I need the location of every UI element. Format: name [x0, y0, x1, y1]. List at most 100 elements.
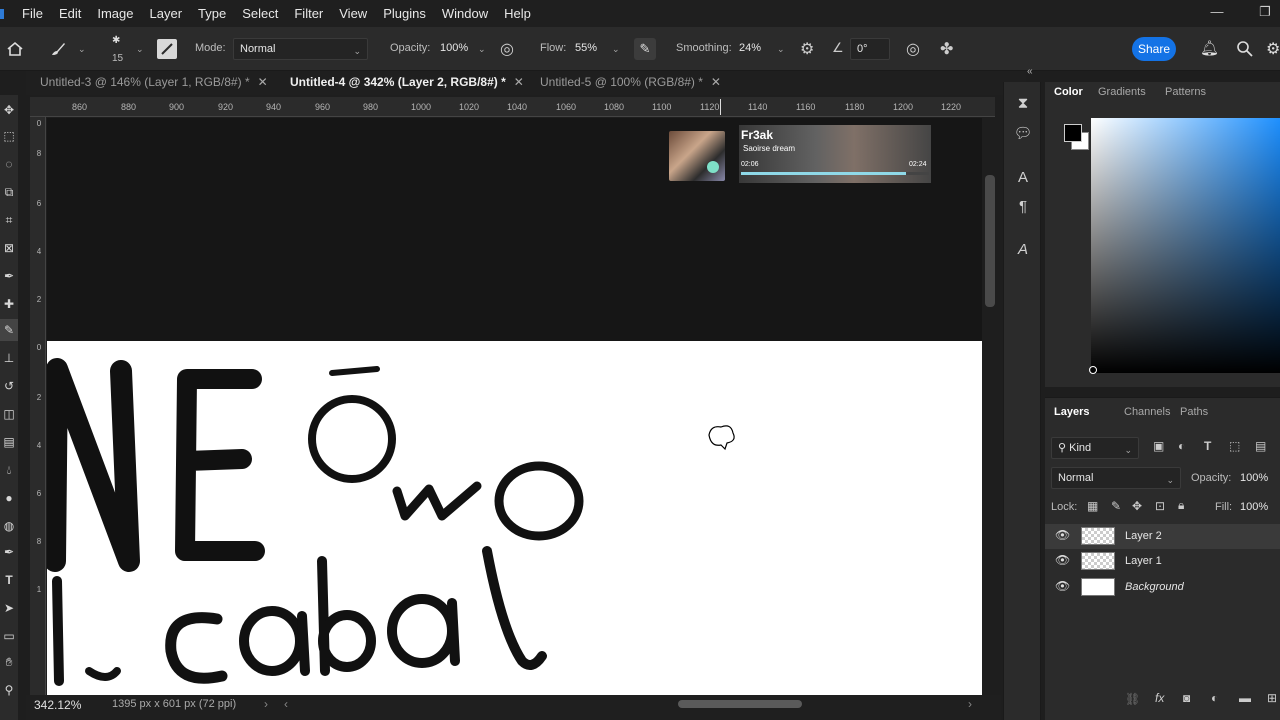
brush-settings-icon[interactable]	[157, 39, 177, 59]
link-layers-icon[interactable]: ⛓︎	[1125, 692, 1140, 706]
move-tool-icon[interactable]: ✥	[0, 99, 18, 121]
menu-edit[interactable]: Edit	[51, 0, 89, 27]
symmetry-icon[interactable]: ✤	[940, 39, 953, 59]
new-group-icon[interactable]: ▬	[1239, 691, 1251, 705]
brush-preset-icon[interactable]: ✱	[112, 35, 120, 46]
fill-value[interactable]: 100%	[1240, 501, 1268, 513]
menu-plugins[interactable]: Plugins	[375, 0, 434, 27]
lock-transparency-icon[interactable]: ▦	[1087, 499, 1098, 513]
eye-icon[interactable]: 👁︎	[1055, 579, 1070, 593]
eye-icon[interactable]: 👁︎	[1055, 553, 1070, 567]
new-layer-icon[interactable]: ⊞	[1267, 691, 1277, 705]
comments-panel-icon[interactable]: 💬︎	[1013, 124, 1033, 144]
brush-tool-icon[interactable]: ✎	[0, 319, 18, 341]
color-picker-field[interactable]	[1091, 118, 1280, 373]
shape-tool-icon[interactable]: ▭	[0, 625, 18, 647]
progress-track[interactable]	[741, 172, 929, 175]
menu-file[interactable]: File	[14, 0, 51, 27]
gradient-tool-icon[interactable]: ▤	[0, 431, 18, 453]
add-mask-icon[interactable]: ◙	[1183, 691, 1190, 705]
workspace-gear-icon[interactable]: ⚙	[1266, 39, 1280, 59]
zoom-tool-icon[interactable]: ⚲	[0, 679, 18, 701]
tab-patterns[interactable]: Patterns	[1165, 86, 1206, 98]
vertical-scrollbar[interactable]	[985, 175, 995, 307]
minimize-icon[interactable]: —	[1194, 0, 1240, 27]
tab-color[interactable]: Color	[1054, 86, 1083, 98]
menu-layer[interactable]: Layer	[142, 0, 191, 27]
share-button[interactable]: Share	[1132, 37, 1176, 61]
chevron-right-icon[interactable]: ›	[264, 697, 268, 711]
eyedropper-tool-icon[interactable]: ✒	[0, 265, 18, 287]
menu-image[interactable]: Image	[89, 0, 141, 27]
foreground-color-swatch[interactable]	[1064, 124, 1082, 142]
close-icon[interactable]: ✕	[258, 75, 268, 89]
type-tool-icon[interactable]: T	[0, 569, 18, 591]
pen-tool-icon[interactable]: ✒	[0, 541, 18, 563]
layer-filter-kind[interactable]: ⚲ Kind ⌄	[1051, 437, 1139, 459]
paragraph-panel-icon[interactable]: ¶	[1013, 197, 1033, 217]
character-panel-icon[interactable]: A	[1013, 168, 1033, 188]
history-panel-icon[interactable]: ⧗	[1013, 94, 1033, 114]
mode-dropdown[interactable]: Normal ⌄	[233, 38, 368, 60]
lock-all-icon[interactable]: 🔒︎	[1178, 498, 1184, 513]
crop-tool-icon[interactable]: ⌗	[0, 209, 18, 231]
airbrush-icon[interactable]: ✎	[634, 38, 656, 60]
history-brush-tool-icon[interactable]: ↺	[0, 375, 18, 397]
collapse-panels-icon[interactable]: «	[1027, 66, 1033, 77]
filter-shape-icon[interactable]: ⬚	[1229, 439, 1240, 453]
smoothing-value[interactable]: 24%	[739, 42, 761, 54]
eye-icon[interactable]: 👁︎	[1055, 528, 1070, 542]
marquee-tool-icon[interactable]: ⬚	[0, 125, 18, 147]
document-info[interactable]: 1395 px x 601 px (72 ppi)	[112, 698, 236, 710]
stamp-tool-icon[interactable]: ⊥	[0, 347, 18, 369]
pressure-size-icon[interactable]: ◎	[906, 39, 920, 59]
filter-smart-object-icon[interactable]: ▤	[1255, 439, 1266, 453]
search-icon[interactable]	[1236, 40, 1254, 58]
close-icon[interactable]: ✕	[711, 75, 721, 89]
scroll-right-icon[interactable]: ›	[968, 697, 972, 711]
flow-value[interactable]: 55%	[575, 42, 597, 54]
healing-tool-icon[interactable]: ✚	[0, 293, 18, 315]
path-select-tool-icon[interactable]: ➤	[0, 597, 18, 619]
lock-artboard-icon[interactable]: ⊡	[1155, 499, 1165, 513]
lock-position-icon[interactable]: ✥	[1132, 499, 1142, 513]
zoom-level[interactable]: 342.12%	[34, 698, 81, 712]
horizontal-scrollbar[interactable]	[678, 700, 802, 708]
lasso-tool-icon[interactable]: ◌	[0, 153, 18, 175]
scroll-left-icon[interactable]: ‹	[284, 697, 288, 711]
eraser-tool-icon[interactable]: ◫	[0, 403, 18, 425]
menu-select[interactable]: Select	[234, 0, 286, 27]
tab-channels[interactable]: Channels	[1124, 406, 1170, 418]
menu-window[interactable]: Window	[434, 0, 496, 27]
lock-pixels-icon[interactable]: ✎	[1111, 499, 1121, 513]
menu-type[interactable]: Type	[190, 0, 234, 27]
adjustment-layer-icon[interactable]: ◐	[1211, 691, 1218, 705]
tab-untitled-5[interactable]: Untitled-5 @ 100% (RGB/8#) * ✕	[540, 71, 721, 95]
angle-input[interactable]: 0°	[850, 38, 890, 60]
chevron-down-icon[interactable]: ⌄	[777, 44, 785, 55]
filter-pixel-icon[interactable]: ▣	[1153, 439, 1164, 453]
menu-filter[interactable]: Filter	[286, 0, 331, 27]
gear-icon[interactable]: ⚙	[800, 39, 814, 59]
pressure-opacity-icon[interactable]: ◎	[500, 39, 514, 59]
filter-type-icon[interactable]: T	[1204, 439, 1211, 453]
picker-handle[interactable]	[1089, 366, 1097, 374]
close-icon[interactable]: ✕	[514, 75, 524, 89]
home-icon[interactable]	[6, 40, 24, 58]
frame-tool-icon[interactable]: ⊠	[0, 237, 18, 259]
filter-adjustment-icon[interactable]: ◐	[1178, 439, 1185, 453]
tab-untitled-4[interactable]: Untitled-4 @ 342% (Layer 2, RGB/8#) * ✕	[290, 71, 524, 95]
object-select-tool-icon[interactable]: ⧉	[0, 181, 18, 203]
chevron-down-icon[interactable]: ⌄	[478, 44, 486, 55]
layer-opacity-value[interactable]: 100%	[1240, 472, 1268, 484]
dodge-tool-icon-2[interactable]: ◍	[0, 515, 18, 537]
layer-row-background[interactable]: 👁︎ Background	[1045, 575, 1280, 600]
brush-tool-icon[interactable]	[48, 39, 68, 59]
layer-row-layer-2[interactable]: 👁︎ Layer 2	[1045, 524, 1280, 549]
opacity-value[interactable]: 100%	[440, 42, 468, 54]
restore-icon[interactable]: ❐	[1242, 0, 1280, 27]
dodge-tool-icon[interactable]: ●	[0, 487, 18, 509]
menu-help[interactable]: Help	[496, 0, 539, 27]
chevron-down-icon[interactable]: ⌄	[78, 44, 86, 55]
hand-tool-icon[interactable]: ✋︎	[0, 651, 18, 673]
